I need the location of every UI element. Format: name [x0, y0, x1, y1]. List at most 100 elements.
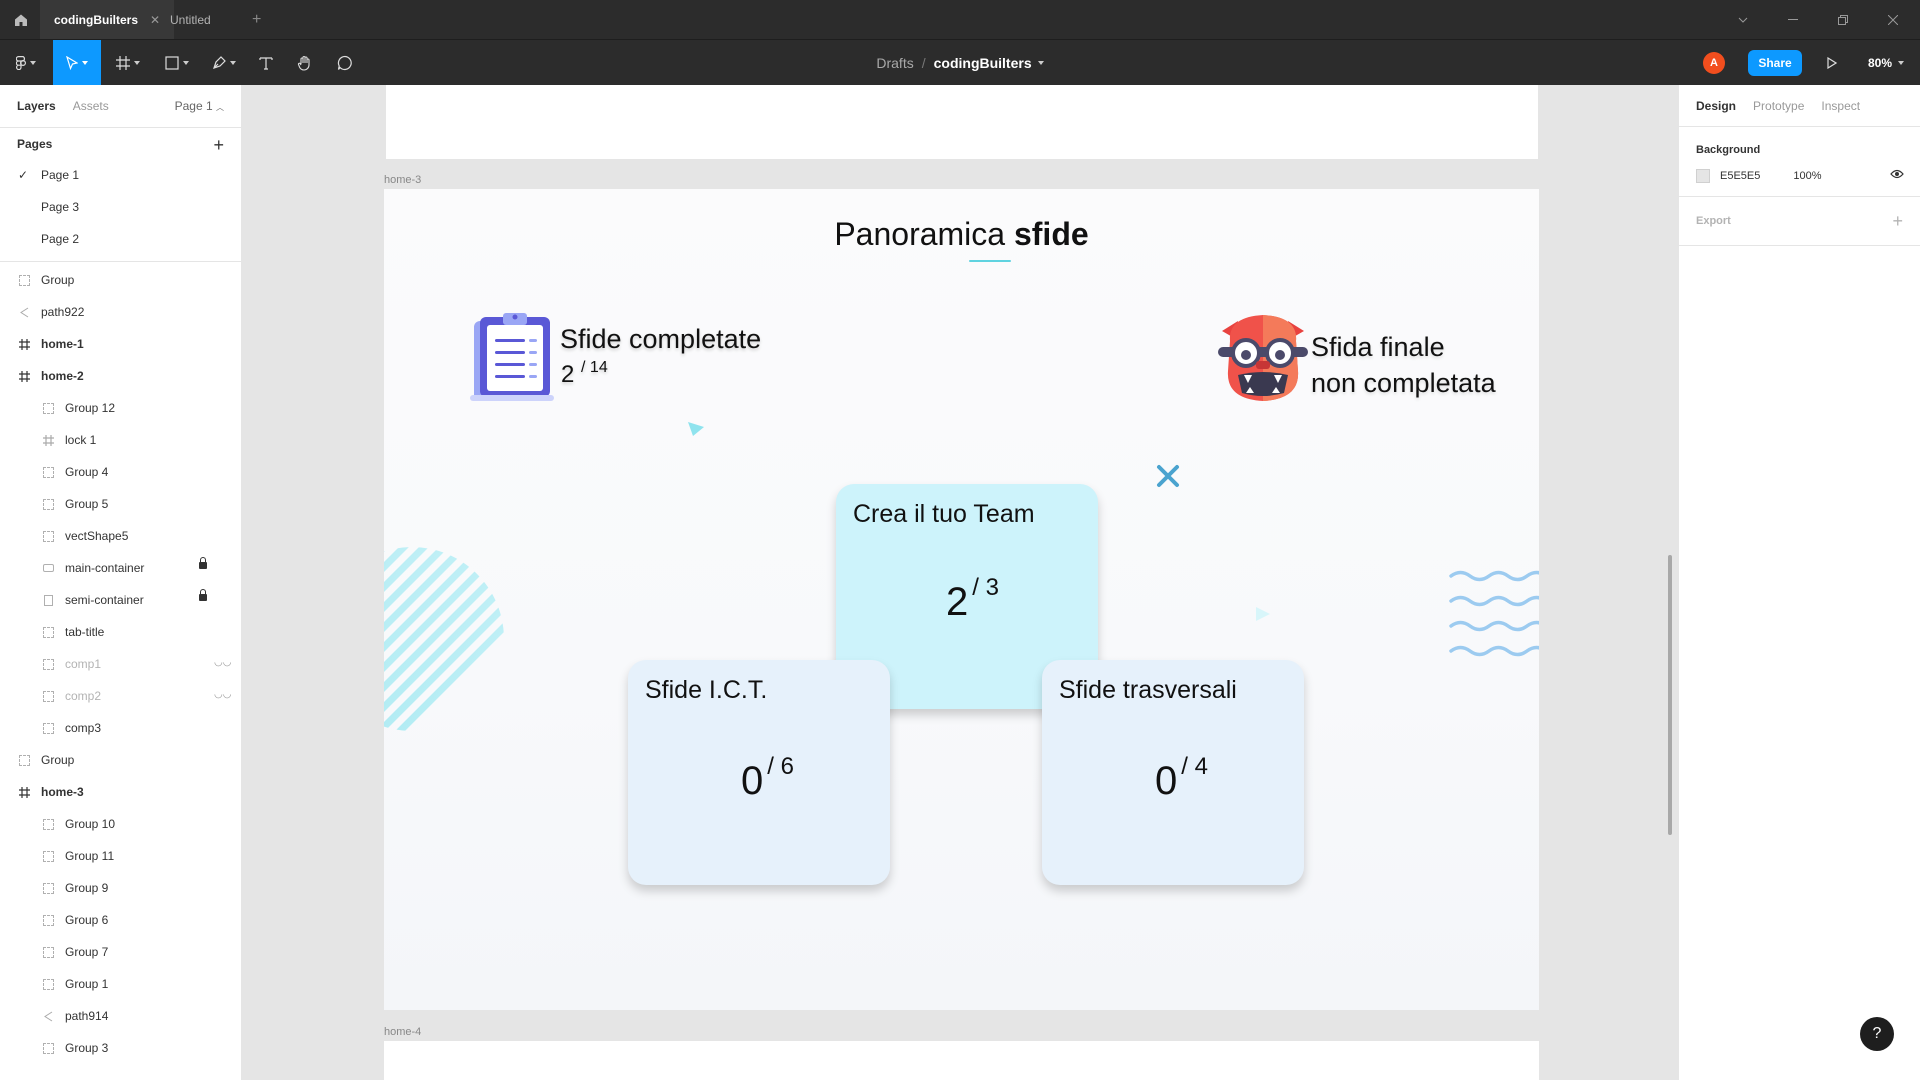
canvas[interactable]: home-3 Panoramica sfide Sfide completate…	[242, 85, 1678, 1080]
layer-item[interactable]: tab-title	[0, 616, 241, 648]
layer-item[interactable]: home-3	[0, 776, 241, 808]
layer-item[interactable]: Group	[0, 744, 241, 776]
tab-codingbuilters[interactable]: codingBuilters ✕	[40, 0, 175, 39]
wave-lines-decoration	[1449, 570, 1539, 657]
layer-item[interactable]: Group 7	[0, 936, 241, 968]
layer-item[interactable]: Group 11	[0, 840, 241, 872]
layer-item[interactable]: lock 1	[0, 424, 241, 456]
vertical-scrollbar[interactable]	[1668, 555, 1672, 835]
present-button[interactable]	[1820, 40, 1844, 86]
layer-item[interactable]: Group 3	[0, 1032, 241, 1064]
shape-tool-button[interactable]	[157, 40, 197, 86]
lock-icon[interactable]	[199, 557, 207, 569]
page-item-page-3[interactable]: Page 3	[0, 191, 241, 223]
hidden-eye-icon[interactable]: ◡◡	[214, 657, 231, 668]
restore-icon[interactable]	[1818, 0, 1868, 39]
layer-item[interactable]: semi-container	[0, 584, 241, 616]
layers-list: Group path922 home-1 home-2 Group 12 lock 1 Gr…	[0, 261, 241, 1064]
ict-card[interactable]: Sfide I.C.T. 0/ 6	[628, 660, 890, 885]
layer-item[interactable]: main-container	[0, 552, 241, 584]
tab-prototype[interactable]: Prototype	[1753, 99, 1804, 113]
text-icon	[259, 57, 273, 70]
layer-item[interactable]: path922	[0, 296, 241, 328]
group-icon	[41, 849, 55, 863]
help-button[interactable]: ?	[1860, 1017, 1894, 1051]
add-page-icon[interactable]: +	[213, 135, 224, 156]
breadcrumb-separator: /	[921, 55, 926, 71]
completed-challenges-count: 2 / 14	[561, 359, 608, 389]
page-item-page-2[interactable]: Page 2	[0, 223, 241, 255]
cursor-icon	[66, 56, 78, 70]
page-selector[interactable]: Page 1 ︿	[175, 99, 224, 113]
close-window-icon[interactable]	[1868, 0, 1918, 39]
layer-item[interactable]: Group 12	[0, 392, 241, 424]
add-export-icon[interactable]: +	[1892, 211, 1903, 232]
page-item-page-1[interactable]: ✓ Page 1	[0, 159, 241, 191]
layer-item[interactable]: home-2	[0, 360, 241, 392]
layer-item[interactable]: comp2 ◡◡	[0, 680, 241, 712]
group-icon	[41, 401, 55, 415]
hand-tool-button[interactable]	[290, 40, 320, 86]
layer-label: Group	[41, 273, 75, 287]
chevron-down-icon[interactable]	[1718, 0, 1768, 39]
tab-untitled[interactable]: Untitled	[156, 0, 225, 39]
layer-item[interactable]: Group 4	[0, 456, 241, 488]
chevron-down-icon[interactable]	[1037, 61, 1044, 65]
layer-item[interactable]: home-1	[0, 328, 241, 360]
comment-tool-button[interactable]	[330, 40, 360, 86]
layer-item[interactable]: path914	[0, 1000, 241, 1032]
chevron-down-icon	[134, 61, 140, 65]
text-tool-button[interactable]	[251, 40, 281, 86]
file-name[interactable]: codingBuilters	[934, 55, 1032, 71]
striped-circle-decoration	[384, 547, 504, 731]
path-icon	[41, 1009, 55, 1023]
group-icon	[41, 913, 55, 927]
tab-assets[interactable]: Assets	[73, 99, 109, 113]
frame-tool-button[interactable]	[108, 40, 148, 86]
layer-item[interactable]: Group 5	[0, 488, 241, 520]
layer-label: comp1	[65, 657, 102, 671]
eye-icon[interactable]	[1890, 169, 1904, 179]
layer-item[interactable]: vectShape5	[0, 520, 241, 552]
hidden-eye-icon[interactable]: ◡◡	[214, 689, 231, 700]
layer-item[interactable]: Group 6	[0, 904, 241, 936]
layer-item[interactable]: Group 9	[0, 872, 241, 904]
layer-item[interactable]: comp1 ◡◡	[0, 648, 241, 680]
layer-item[interactable]: Group 10	[0, 808, 241, 840]
tab-design[interactable]: Design	[1696, 99, 1736, 113]
zoom-dropdown[interactable]: 80%	[1868, 40, 1905, 86]
chevron-down-icon	[30, 61, 36, 65]
background-opacity-input[interactable]: 100%	[1793, 170, 1821, 182]
lock-icon[interactable]	[199, 589, 207, 601]
new-tab-button[interactable]: +	[238, 0, 275, 39]
layer-label: main-container	[65, 561, 145, 575]
frame-home-3[interactable]: Panoramica sfide Sfide completate 2 / 14	[384, 189, 1539, 1010]
layer-item[interactable]: comp3	[0, 712, 241, 744]
frame-home-4[interactable]	[384, 1041, 1539, 1080]
tab-inspect[interactable]: Inspect	[1821, 99, 1860, 113]
share-button[interactable]: Share	[1748, 50, 1802, 76]
frame-label-home-3[interactable]: home-3	[384, 174, 421, 186]
title-bold: sfide	[1013, 216, 1089, 252]
frame-label-home-4[interactable]: home-4	[384, 1026, 421, 1038]
layer-item[interactable]: Group	[0, 264, 241, 296]
frame-icon	[17, 337, 31, 351]
team-card-title: Crea il tuo Team	[853, 500, 1035, 528]
background-hex-input[interactable]: E5E5E5	[1720, 170, 1760, 182]
pen-tool-button[interactable]	[204, 40, 244, 86]
background-color-swatch[interactable]	[1696, 169, 1710, 183]
tab-layers[interactable]: Layers	[17, 99, 56, 113]
layer-item[interactable]: Group 1	[0, 968, 241, 1000]
move-tool-button[interactable]	[53, 40, 101, 86]
transversal-total: / 4	[1181, 753, 1208, 780]
avatar[interactable]: A	[1703, 52, 1725, 74]
export-heading-label: Export	[1696, 215, 1731, 227]
main-menu-button[interactable]	[8, 40, 44, 86]
breadcrumb-drafts[interactable]: Drafts	[876, 55, 913, 71]
transversal-card[interactable]: Sfide trasversali 0/ 4	[1042, 660, 1304, 885]
home-icon[interactable]	[10, 9, 32, 31]
group-icon	[17, 753, 31, 767]
frame-home-2[interactable]	[386, 85, 1538, 159]
final-challenge-line1: Sfida finale	[1311, 332, 1445, 362]
minimize-icon[interactable]	[1768, 0, 1818, 39]
